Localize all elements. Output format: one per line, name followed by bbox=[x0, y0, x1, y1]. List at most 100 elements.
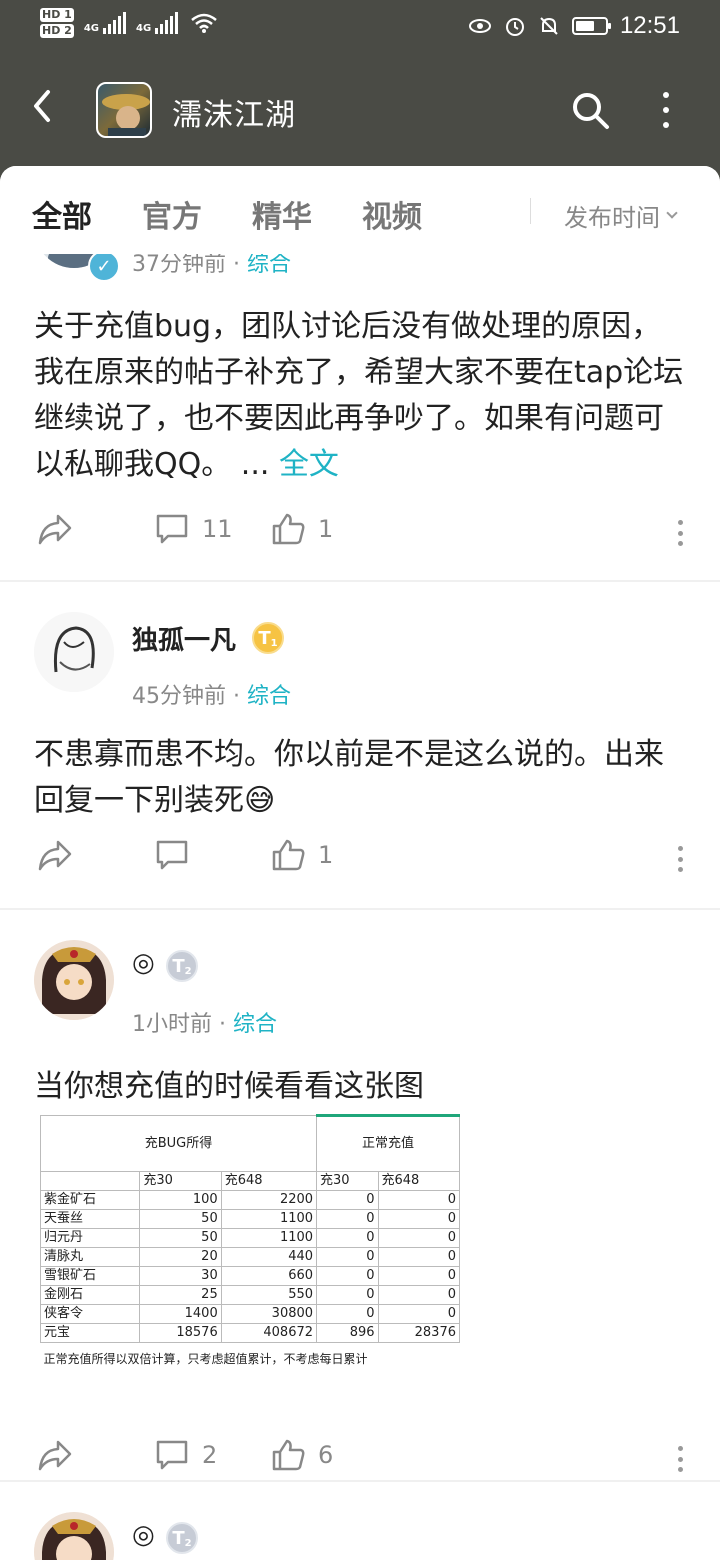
table-row: 天蚕丝 50 1100 0 0 bbox=[39, 1209, 461, 1229]
tab-video[interactable]: 视频 bbox=[362, 192, 422, 236]
badge-letter: T bbox=[172, 955, 185, 977]
thumbs-up-icon bbox=[272, 1439, 305, 1471]
post-4[interactable]: ◎ T2 bbox=[0, 1482, 720, 1560]
table-cell: 20 bbox=[139, 1247, 222, 1267]
post-category[interactable]: 综合 bbox=[247, 252, 291, 277]
table-cell: 0 bbox=[377, 1304, 461, 1324]
post-body[interactable]: 关于充值bug，团队讨论后没有做处理的原因，我在原来的帖子补充了，希望大家不要在… bbox=[34, 304, 690, 488]
tab-bar: 全部 官方 精华 视频 发布时间 bbox=[0, 166, 720, 254]
table-row: 紫金矿石 100 2200 0 0 bbox=[39, 1190, 461, 1210]
hd-indicator: HD 1 HD 2 bbox=[40, 8, 74, 38]
avatar[interactable] bbox=[34, 612, 114, 692]
comment-button[interactable]: 2 bbox=[154, 1438, 217, 1472]
share-button[interactable] bbox=[36, 512, 74, 546]
share-button[interactable] bbox=[36, 1438, 74, 1472]
tab-all[interactable]: 全部 bbox=[32, 192, 92, 236]
table-cell: 408672 bbox=[220, 1323, 318, 1343]
post-more-icon[interactable] bbox=[676, 520, 684, 546]
back-icon[interactable] bbox=[28, 86, 58, 126]
post-3[interactable]: ◎ T2 1小时前 · 综合 当你想充值的时候看看这张图 充BUG所得 正常充值… bbox=[0, 910, 720, 1480]
thumbs-up-icon bbox=[272, 513, 305, 545]
table-header-cell: 充30 bbox=[316, 1171, 379, 1191]
game-avatar[interactable] bbox=[96, 82, 152, 138]
status-left: HD 1 HD 2 4G 4G bbox=[40, 8, 218, 38]
table-cell: 30800 bbox=[220, 1304, 318, 1324]
post-actions: 11 1 bbox=[0, 512, 720, 552]
table-cell: 2200 bbox=[220, 1190, 318, 1210]
table-cell: 28376 bbox=[377, 1323, 461, 1343]
search-icon[interactable] bbox=[570, 90, 610, 130]
table-cell: 0 bbox=[316, 1190, 379, 1210]
table-cell: 660 bbox=[220, 1266, 318, 1286]
like-button[interactable]: 1 bbox=[270, 512, 333, 546]
post-text-block[interactable]: 当你想充值的时候看看这张图 bbox=[34, 1064, 690, 1110]
more-options-icon[interactable] bbox=[656, 92, 676, 128]
comment-icon bbox=[156, 1440, 188, 1470]
post-image-table[interactable]: 充BUG所得 正常充值 充30 充648 充30 充648 紫金矿石 100 220… bbox=[39, 1114, 461, 1375]
table-cell: 100 bbox=[139, 1190, 222, 1210]
eye-icon bbox=[468, 19, 491, 33]
table-header-cell: 充648 bbox=[377, 1171, 461, 1191]
like-button[interactable]: 6 bbox=[270, 1438, 333, 1472]
post-text-block[interactable]: 不患寡而患不均。你以前是不是这么说的。出来回复一下别装死😅 bbox=[34, 732, 690, 824]
table-group-bug: 充BUG所得 bbox=[39, 1115, 318, 1172]
table-cell: 0 bbox=[316, 1285, 379, 1305]
comment-icon bbox=[156, 840, 188, 870]
share-icon bbox=[38, 514, 72, 545]
mute-icon bbox=[540, 17, 558, 35]
table-row-label: 元宝 bbox=[39, 1323, 141, 1343]
user-level-badge: T2 bbox=[166, 1522, 198, 1554]
table-row-label: 紫金矿石 bbox=[39, 1190, 141, 1210]
table-row: 金刚石 25 550 0 0 bbox=[39, 1285, 461, 1305]
author-name[interactable]: ◎ bbox=[132, 1520, 155, 1550]
comment-count: 11 bbox=[202, 515, 233, 543]
post-category[interactable]: 综合 bbox=[247, 684, 291, 709]
share-button[interactable] bbox=[36, 838, 74, 872]
table-row-label: 天蚕丝 bbox=[39, 1209, 141, 1229]
comment-button[interactable] bbox=[154, 838, 202, 872]
tab-official[interactable]: 官方 bbox=[142, 192, 202, 236]
signal-icon-2: 4G bbox=[136, 12, 179, 34]
status-bar: HD 1 HD 2 4G 4G 12:51 bbox=[0, 0, 720, 56]
post-text: 当你想充值的时候看看这张图 bbox=[34, 1069, 424, 1104]
hd2-label: HD 2 bbox=[40, 24, 74, 38]
thumbs-up-icon bbox=[272, 839, 305, 871]
share-icon bbox=[38, 1440, 72, 1471]
post-category[interactable]: 综合 bbox=[233, 1012, 277, 1037]
comment-button[interactable]: 11 bbox=[154, 512, 233, 546]
table-row-label: 雪银矿石 bbox=[39, 1266, 141, 1286]
post-more-icon[interactable] bbox=[676, 1446, 684, 1472]
like-button[interactable]: 1 bbox=[270, 838, 333, 872]
author-name[interactable]: 独孤一凡 bbox=[132, 620, 236, 657]
table-row: 侠客令 1400 30800 0 0 bbox=[39, 1304, 461, 1324]
avatar[interactable] bbox=[34, 1512, 114, 1560]
user-level-badge: T1 bbox=[252, 622, 284, 654]
comment-icon bbox=[156, 514, 188, 544]
signal-icon: 4G bbox=[84, 12, 126, 34]
table-row: 清脉丸 20 440 0 0 bbox=[39, 1247, 461, 1267]
table-row: 元宝 18576 408672 896 28376 bbox=[39, 1323, 461, 1343]
post-meta: 45分钟前 · 综合 bbox=[132, 684, 291, 709]
like-count: 1 bbox=[318, 515, 334, 543]
table-sub-header: 充30 充648 充30 充648 bbox=[39, 1171, 461, 1191]
status-right: 12:51 bbox=[468, 12, 680, 40]
table-cell: 0 bbox=[377, 1266, 461, 1286]
badge-level: 2 bbox=[184, 965, 192, 977]
table-note: 正常充值所得以双倍计算，只考虑超值累计，不考虑每日累计 bbox=[43, 1351, 368, 1366]
table-cell: 0 bbox=[316, 1247, 379, 1267]
table-row: 归元丹 50 1100 0 0 bbox=[39, 1228, 461, 1248]
post-time: 45分钟前 bbox=[132, 684, 226, 709]
sort-dropdown[interactable]: 发布时间 bbox=[564, 198, 678, 233]
author-name[interactable]: ◎ bbox=[132, 948, 155, 978]
avatar[interactable] bbox=[34, 940, 114, 1020]
post-2[interactable]: 独孤一凡 T1 45分钟前 · 综合 不患寡而患不均。你以前是不是这么说的。出来… bbox=[0, 582, 720, 908]
chevron-down-icon bbox=[666, 206, 678, 219]
table-cell: 18576 bbox=[139, 1323, 222, 1343]
table-body: 紫金矿石 100 2200 0 0 天蚕丝 50 1100 0 0 归元丹 50 1100 0 0 清脉丸 20… bbox=[39, 1190, 461, 1343]
app-bar: 濡沫江湖 bbox=[0, 56, 720, 166]
network-type-2: 4G bbox=[136, 23, 152, 34]
post-more-icon[interactable] bbox=[676, 846, 684, 872]
read-more-link[interactable]: 全文 bbox=[279, 447, 339, 482]
network-type: 4G bbox=[83, 23, 99, 34]
tab-featured[interactable]: 精华 bbox=[252, 192, 312, 236]
